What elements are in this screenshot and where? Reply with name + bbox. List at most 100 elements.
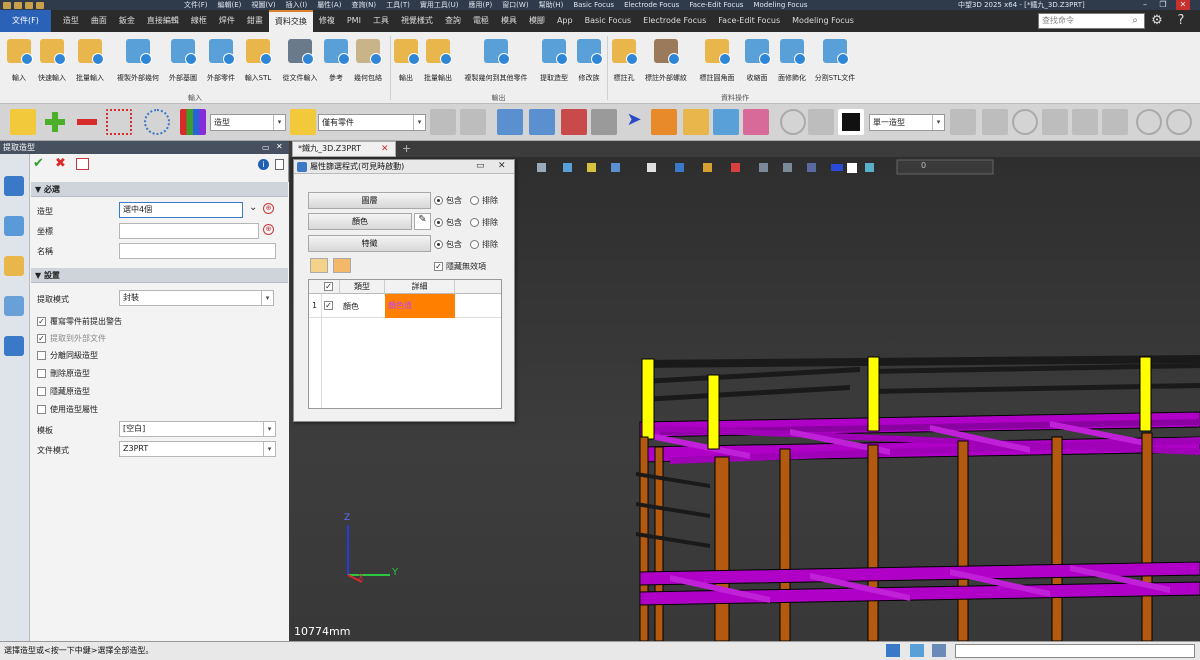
remove-filter-icon[interactable]	[333, 258, 351, 273]
menu-query[interactable]: 查詢(N)	[351, 0, 376, 10]
tab-moldbase[interactable]: 模腳	[523, 10, 551, 32]
menu-attribute[interactable]: 屬性(A)	[317, 0, 341, 10]
gear-icon[interactable]: ⚙	[1148, 12, 1166, 30]
help-icon[interactable]: ?	[1172, 12, 1190, 30]
coord-field[interactable]	[119, 223, 259, 239]
add-icon[interactable]	[42, 109, 68, 135]
name-field[interactable]	[119, 243, 276, 259]
external-base-button[interactable]: 外部基圖	[166, 35, 200, 93]
tool-icon-4[interactable]	[591, 109, 617, 135]
tab-weldment[interactable]: 焊件	[213, 10, 241, 32]
filter-icon[interactable]	[180, 109, 206, 135]
menu-basic-focus[interactable]: Basic Focus	[573, 1, 614, 9]
extract-mode-select[interactable]: 封裝 ▾	[119, 290, 274, 306]
tab-visual-style[interactable]: 視覺樣式	[395, 10, 439, 32]
tab-tools[interactable]: 工具	[367, 10, 395, 32]
hide-empty-checkbox[interactable]: ✓ 隱藏無效項	[434, 261, 486, 272]
tool-icon-6[interactable]	[713, 109, 739, 135]
cancel-icon[interactable]: ✖	[55, 157, 71, 171]
import-stl-button[interactable]: 輸入STL	[240, 35, 276, 93]
select-icon[interactable]	[10, 109, 36, 135]
document-icon[interactable]	[275, 159, 284, 170]
menu-file[interactable]: 文件(F)	[184, 0, 208, 10]
play-icon[interactable]	[1012, 109, 1038, 135]
tool-icon-2[interactable]	[529, 109, 555, 135]
part-filter-icon[interactable]	[290, 109, 316, 135]
pick-shape-icon[interactable]: ⊕	[263, 203, 274, 214]
pan-icon[interactable]	[808, 109, 834, 135]
import-from-file-button[interactable]: 從文件輸入	[278, 35, 322, 93]
confirm-icon[interactable]: ✔	[33, 157, 49, 171]
menu-tools[interactable]: 工具(T)	[386, 0, 410, 10]
user-icon[interactable]	[4, 336, 24, 356]
restore-icon[interactable]: ❐	[1156, 0, 1170, 10]
circle-icon-2[interactable]	[1166, 109, 1192, 135]
tab-file[interactable]: 文件(F)	[0, 10, 51, 32]
part-scope-select[interactable]: 僅有零件 ▾	[318, 114, 426, 131]
tool-icon-5[interactable]	[683, 109, 709, 135]
checkbox-extract-external[interactable]: ✓ 提取到外部文件	[37, 333, 106, 344]
menu-insert[interactable]: 插入(I)	[286, 0, 308, 10]
shape-mode-select[interactable]: 單一造型 ▾	[869, 114, 945, 131]
save-icon[interactable]	[36, 1, 44, 9]
layer-manager-icon[interactable]	[4, 296, 24, 316]
layers-icon[interactable]	[651, 109, 677, 135]
mark-fillet-face-button[interactable]: 標註圓角面	[694, 35, 740, 93]
dialog-minimize-icon[interactable]: ▭	[476, 161, 485, 171]
cursor-icon[interactable]: ➤	[621, 109, 647, 135]
reference-button[interactable]: 參考	[324, 35, 350, 93]
copy-external-geometry-button[interactable]: 複製外部幾何	[112, 35, 164, 93]
chevron-down-icon[interactable]: ⌄	[249, 202, 257, 213]
remove-icon[interactable]	[74, 109, 100, 135]
color-exclude-radio[interactable]: 排除	[470, 217, 498, 228]
minimize-icon[interactable]: –	[1138, 0, 1152, 10]
import-button[interactable]: 輸入	[3, 35, 35, 93]
history-manager-icon[interactable]	[4, 176, 24, 196]
menu-window[interactable]: 窗口(W)	[502, 0, 528, 10]
dialog-close-icon[interactable]: ✕	[498, 161, 506, 171]
color-include-radio[interactable]: 包含	[434, 217, 462, 228]
view-box-icon[interactable]	[838, 109, 864, 135]
row-color-detail[interactable]: 顏色值	[385, 294, 455, 318]
layer-exclude-radio[interactable]: 排除	[470, 195, 498, 206]
section-settings[interactable]: ▼ 設置	[31, 268, 288, 283]
status-icon-3[interactable]	[932, 644, 946, 657]
external-part-button[interactable]: 外部零件	[203, 35, 239, 93]
menu-edit[interactable]: 編輯(E)	[218, 0, 242, 10]
checkbox-warn-overwrite[interactable]: ✓ 覆寫零件前提出警告	[37, 316, 122, 327]
tab-wireframe[interactable]: 線框	[185, 10, 213, 32]
row-checkbox[interactable]: ✓	[324, 301, 333, 310]
tab-surface[interactable]: 曲面	[85, 10, 113, 32]
tab-pmi[interactable]: PMI	[341, 10, 367, 32]
line-icon[interactable]	[1072, 109, 1098, 135]
table-row[interactable]: 1 ✓ 顏色 顏色值	[309, 294, 501, 318]
apply-icon[interactable]	[76, 158, 89, 170]
lasso-select-icon[interactable]	[144, 109, 170, 135]
template-select[interactable]: [空白] ▾	[119, 421, 276, 437]
tab-app[interactable]: App	[551, 10, 579, 32]
menu-apps[interactable]: 應用(P)	[469, 0, 493, 10]
tab-repair[interactable]: 修複	[313, 10, 341, 32]
geometry-envelope-button[interactable]: 幾何包絡	[350, 35, 386, 93]
status-input[interactable]	[955, 644, 1195, 658]
panel-close-icon[interactable]: ✕	[276, 143, 284, 151]
tab-electrode-focus[interactable]: Electrode Focus	[637, 10, 712, 32]
circle-icon[interactable]	[1136, 109, 1162, 135]
tab-basic-focus[interactable]: Basic Focus	[579, 10, 638, 32]
tab-inquire[interactable]: 查詢	[439, 10, 467, 32]
export-button[interactable]: 輸出	[394, 35, 420, 93]
tab-direct-edit[interactable]: 直接編輯	[141, 10, 185, 32]
filter-type-select[interactable]: 造型 ▾	[210, 114, 286, 131]
copy-geometry-to-part-button[interactable]: 複製幾何到其他零件	[458, 35, 534, 93]
tool-icon-7[interactable]	[743, 109, 769, 135]
close-icon[interactable]: ✕	[1176, 0, 1190, 10]
tool-icon-8[interactable]	[950, 109, 976, 135]
tab-modeling[interactable]: 造型	[57, 10, 85, 32]
tab-faceedit-focus[interactable]: Face-Edit Focus	[712, 10, 786, 32]
tool-icon-1[interactable]	[497, 109, 523, 135]
tab-data-exchange[interactable]: 資料交換	[268, 10, 313, 32]
section-required[interactable]: ▼ 必選	[31, 182, 288, 197]
menu-electrode-focus[interactable]: Electrode Focus	[624, 1, 679, 9]
pick-icon[interactable]	[430, 109, 456, 135]
status-icon-1[interactable]	[886, 644, 900, 657]
